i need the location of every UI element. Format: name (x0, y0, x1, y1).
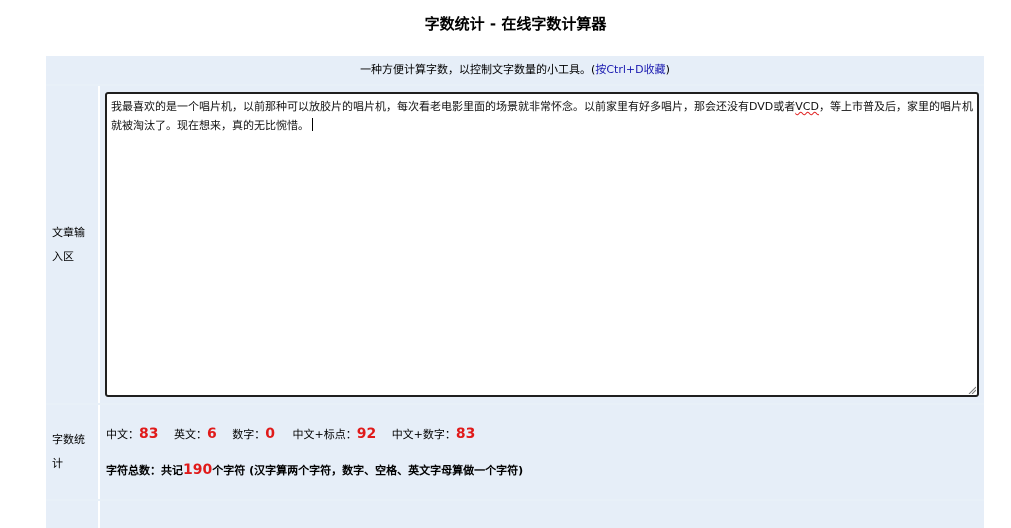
word-count-tool: 一种方便计算字数，以控制文字数量的小工具。(按Ctrl+D收藏) 文章输入区 我… (46, 56, 984, 528)
stat-chinese-punct: 中文+标点：92 (292, 426, 377, 442)
article-textarea[interactable]: 我最喜欢的是一个唱片机，以前那种可以放胶片的唱片机，每次看老电影里面的场景就非常… (105, 92, 979, 397)
input-row: 文章输入区 我最喜欢的是一个唱片机，以前那种可以放胶片的唱片机，每次看老电影里面… (46, 86, 984, 403)
page-title: 字数统计 - 在线字数计算器 (424, 15, 607, 33)
stat-english-label: 英文： (173, 428, 207, 441)
stat-chinese-digits-label: 中文+数字： (391, 428, 456, 441)
stats-row: 字数统计 中文：83 英文：6 数字：0 中文+标点：92 中文+数字：83 字… (46, 405, 984, 499)
stat-english: 英文：6 (173, 426, 217, 442)
stat-digits-value: 0 (265, 426, 275, 442)
stat-chinese-value: 83 (139, 426, 159, 442)
stat-chinese-punct-label: 中文+标点： (292, 428, 357, 441)
stat-chinese-label: 中文： (106, 428, 139, 441)
column-divider (98, 405, 100, 499)
stats-breakdown: 中文：83 英文：6 数字：0 中文+标点：92 中文+数字：83 (106, 424, 487, 445)
text-caret (312, 118, 313, 131)
intro-text: 一种方便计算字数，以控制文字数量的小工具。( (360, 63, 596, 76)
intro-close-paren: ) (665, 63, 670, 76)
column-divider (98, 86, 100, 403)
column-divider (98, 501, 100, 528)
bookmark-link[interactable]: 按Ctrl+D收藏 (595, 63, 665, 76)
stat-chinese-digits-value: 83 (455, 426, 476, 442)
stat-total-suffix: 个字符 (汉字算两个字符，数字、空格、英文字母算做一个字符) (212, 464, 524, 477)
stat-chinese-punct-value: 92 (356, 426, 377, 442)
spellcheck-word: VCD (795, 100, 819, 113)
stat-english-value: 6 (206, 426, 217, 442)
stats-label: 字数统计 (52, 433, 85, 470)
stat-chinese-digits: 中文+数字：83 (391, 426, 476, 442)
intro-row: 一种方便计算字数，以控制文字数量的小工具。(按Ctrl+D收藏) (46, 56, 984, 84)
stat-digits-label: 数字： (232, 428, 266, 441)
stat-total-value: 190 (183, 462, 213, 478)
stat-chinese: 中文：83 (106, 426, 159, 442)
resize-grip-icon[interactable] (968, 386, 976, 394)
article-text-part1: 我最喜欢的是一个唱片机，以前那种可以放胶片的唱片机，每次看老电影里面的场景就非常… (111, 100, 796, 113)
input-area-label: 文章输入区 (52, 225, 85, 263)
bottom-row (46, 501, 984, 528)
stat-total-prefix: 字符总数：共记 (106, 464, 183, 477)
stats-total: 字符总数：共记190个字符 (汉字算两个字符，数字、空格、英文字母算做一个字符) (106, 460, 523, 481)
stat-digits: 数字：0 (232, 426, 275, 442)
